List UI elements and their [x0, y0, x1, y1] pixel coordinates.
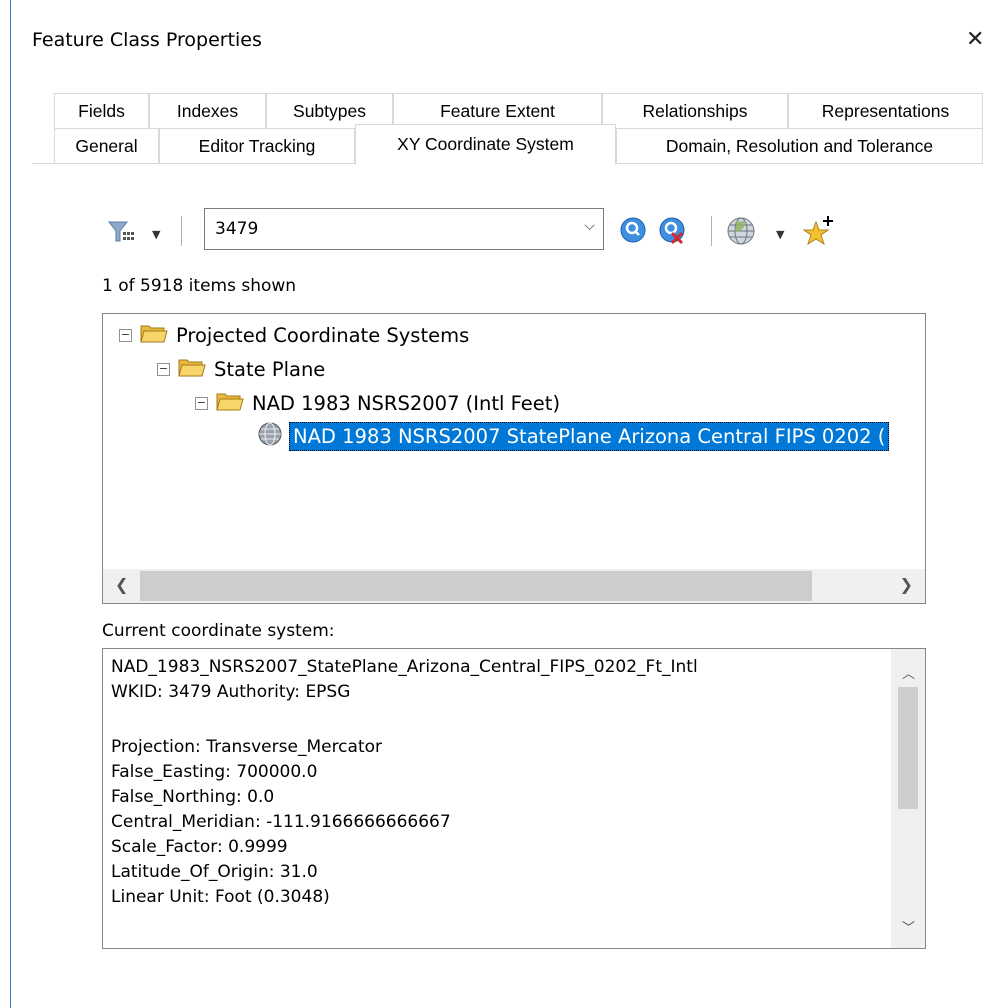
globe-dropdown-icon[interactable]: ▼	[776, 228, 784, 241]
tree-node-arizona-central[interactable]: NAD 1983 NSRS2007 StatePlane Arizona Cen…	[257, 421, 890, 452]
scroll-down-icon[interactable]: ﹀	[902, 917, 915, 936]
toolbar-separator	[711, 216, 712, 246]
filter-dropdown-icon[interactable]: ▼	[152, 228, 160, 241]
scrollbar-thumb[interactable]	[898, 687, 918, 809]
toolbar-separator	[181, 216, 182, 246]
horizontal-scrollbar[interactable]: ❮ ❯	[103, 569, 925, 603]
tree-node-nad1983-nsrs2007[interactable]: − NAD 1983 NSRS2007 (Intl Feet)	[195, 390, 560, 417]
folder-open-icon	[216, 390, 244, 417]
detail-line: Central_Meridian: -111.9166666666667	[111, 812, 451, 832]
window-left-edge	[0, 0, 11, 1008]
items-shown-count: 1 of 5918 items shown	[102, 276, 297, 296]
scroll-right-icon[interactable]: ❯	[900, 575, 913, 594]
filter-icon[interactable]	[107, 220, 136, 248]
tab-representations[interactable]: Representations	[788, 93, 983, 129]
tree-node-label: State Plane	[214, 358, 326, 381]
scrollbar-thumb[interactable]	[140, 571, 812, 601]
scroll-left-icon[interactable]: ❮	[115, 575, 128, 594]
collapse-icon[interactable]: −	[119, 329, 132, 342]
folder-open-icon	[178, 356, 206, 383]
current-coordinate-system-label: Current coordinate system:	[102, 621, 335, 641]
tree-node-label: Projected Coordinate Systems	[176, 324, 470, 347]
coordinate-system-tree[interactable]: − Projected Coordinate Systems − State P…	[102, 313, 926, 604]
chevron-down-icon[interactable]: ⌵	[584, 218, 595, 234]
window-title: Feature Class Properties	[32, 29, 262, 51]
search-icon[interactable]	[619, 216, 647, 248]
globe-icon[interactable]	[726, 216, 756, 250]
tab-indexes[interactable]: Indexes	[149, 93, 266, 129]
close-icon[interactable]: ✕	[966, 27, 983, 52]
coordinate-system-details[interactable]: NAD_1983_NSRS2007_StatePlane_Arizona_Cen…	[102, 648, 926, 949]
tab-general[interactable]: General	[54, 128, 159, 164]
detail-line: NAD_1983_NSRS2007_StatePlane_Arizona_Cen…	[111, 657, 698, 677]
folder-open-icon	[140, 322, 168, 349]
detail-line: False_Northing: 0.0	[111, 787, 275, 807]
tab-editor-tracking[interactable]: Editor Tracking	[159, 128, 355, 164]
tree-node-label: NAD 1983 NSRS2007 (Intl Feet)	[252, 392, 561, 415]
collapse-icon[interactable]: −	[195, 397, 208, 410]
vertical-scrollbar[interactable]: ︿ ﹀	[891, 649, 925, 948]
tab-xy-coordinate-system[interactable]: XY Coordinate System	[355, 124, 616, 165]
detail-line: Projection: Transverse_Mercator	[111, 737, 383, 757]
detail-line: Scale_Factor: 0.9999	[111, 837, 288, 857]
scroll-up-icon[interactable]: ︿	[902, 663, 915, 682]
tab-relationships[interactable]: Relationships	[602, 93, 788, 129]
search-input[interactable]: 3479 ⌵	[204, 208, 604, 250]
collapse-icon[interactable]: −	[157, 363, 170, 376]
add-favorite-icon[interactable]	[802, 214, 836, 252]
tab-domain-resolution-tolerance[interactable]: Domain, Resolution and Tolerance	[616, 128, 983, 164]
detail-line: Latitude_Of_Origin: 31.0	[111, 862, 318, 882]
tab-fields[interactable]: Fields	[54, 93, 149, 129]
tree-node-state-plane[interactable]: − State Plane	[157, 356, 325, 383]
globe-grid-icon	[257, 421, 283, 452]
tree-node-label-selected: NAD 1983 NSRS2007 StatePlane Arizona Cen…	[289, 422, 890, 451]
detail-line: WKID: 3479 Authority: EPSG	[111, 682, 351, 702]
search-input-value: 3479	[215, 219, 259, 239]
detail-line: False_Easting: 700000.0	[111, 762, 318, 782]
tree-node-projected[interactable]: − Projected Coordinate Systems	[119, 322, 469, 349]
detail-line: Linear Unit: Foot (0.3048)	[111, 887, 330, 907]
clear-search-icon[interactable]	[658, 216, 688, 250]
